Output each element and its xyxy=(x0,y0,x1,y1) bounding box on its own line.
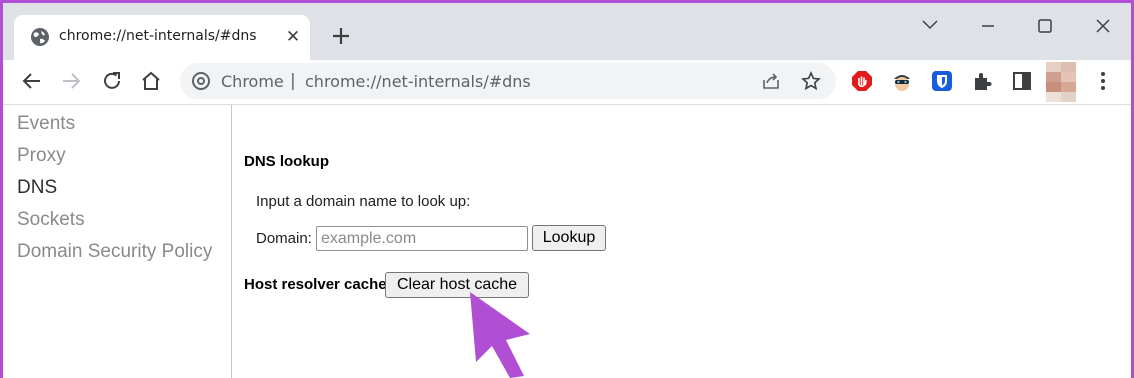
home-icon[interactable] xyxy=(138,68,164,94)
dns-panel: DNS lookup Input a domain name to look u… xyxy=(244,105,1131,378)
origin-chip: Chrome xyxy=(221,72,284,91)
chrome-icon xyxy=(192,72,210,90)
sidebar-item-dns[interactable]: DNS xyxy=(17,177,57,199)
pointer-arrow-icon xyxy=(466,290,536,378)
maximize-icon[interactable] xyxy=(1030,11,1060,41)
sidebar-item-sockets[interactable]: Sockets xyxy=(17,209,85,231)
browser-window: chrome://net-internals/#dns ✕ Chrome | c… xyxy=(3,3,1131,378)
spy-extension-icon[interactable] xyxy=(891,70,913,92)
page-content: Events Proxy DNS Sockets Domain Security… xyxy=(3,105,1131,378)
tab-net-internals[interactable]: chrome://net-internals/#dns ✕ xyxy=(14,15,310,60)
plus-icon xyxy=(333,28,349,44)
share-icon[interactable] xyxy=(761,71,781,91)
sidebar-item-events[interactable]: Events xyxy=(17,113,75,135)
domain-label: Domain: xyxy=(256,230,312,247)
reload-icon[interactable] xyxy=(99,68,125,94)
side-panel-icon[interactable] xyxy=(1011,70,1033,92)
tab-title: chrome://net-internals/#dns xyxy=(59,28,257,44)
dns-lookup-title: DNS lookup xyxy=(244,153,329,170)
sidebar-item-proxy[interactable]: Proxy xyxy=(17,145,66,167)
minimize-window-button[interactable] xyxy=(973,11,1003,41)
window-close-icon[interactable] xyxy=(1088,11,1118,41)
url-text[interactable]: chrome://net-internals/#dns xyxy=(305,72,531,91)
domain-input[interactable] xyxy=(316,226,528,251)
new-tab-button[interactable] xyxy=(328,23,354,49)
tab-strip: chrome://net-internals/#dns ✕ xyxy=(3,3,1131,60)
toolbar: Chrome | chrome://net-internals/#dns xyxy=(3,60,1131,105)
menu-icon[interactable] xyxy=(1092,70,1114,92)
close-icon[interactable]: ✕ xyxy=(282,26,304,48)
star-icon[interactable] xyxy=(801,71,821,91)
back-icon[interactable] xyxy=(19,68,45,94)
lookup-button[interactable]: Lookup xyxy=(532,225,606,251)
bitwarden-icon[interactable] xyxy=(931,70,953,92)
net-internals-sidebar: Events Proxy DNS Sockets Domain Security… xyxy=(3,105,232,378)
address-bar[interactable]: Chrome | chrome://net-internals/#dns xyxy=(180,63,836,99)
origin-separator: | xyxy=(290,71,296,91)
forward-icon[interactable] xyxy=(58,68,84,94)
sidebar-item-domain-security-policy[interactable]: Domain Security Policy xyxy=(17,241,212,263)
lookup-hint: Input a domain name to look up: xyxy=(256,193,471,210)
host-resolver-cache-title: Host resolver cache xyxy=(244,276,387,293)
extensions-icon[interactable] xyxy=(971,70,993,92)
minimize-icon[interactable] xyxy=(915,11,945,41)
avatar[interactable] xyxy=(1046,62,1076,102)
adblock-icon[interactable] xyxy=(851,70,873,92)
globe-icon xyxy=(30,27,50,47)
